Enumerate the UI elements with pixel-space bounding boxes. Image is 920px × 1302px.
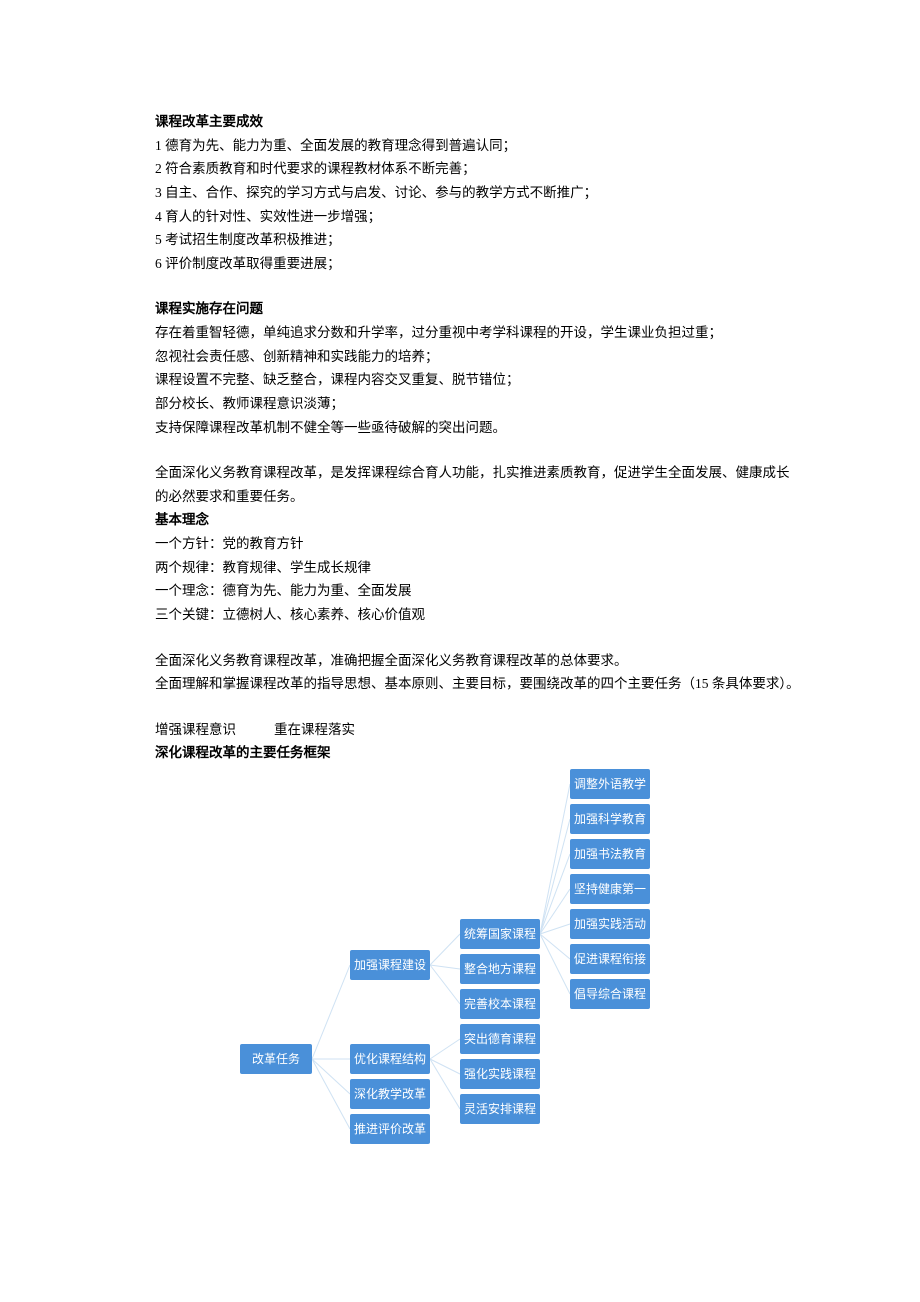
diagram-node-l3: 统筹国家课程	[460, 919, 540, 949]
diagram-node-l4: 坚持健康第一	[570, 874, 650, 904]
diagram-node-l3: 灵活安排课程	[460, 1094, 540, 1124]
diagram-connectors	[240, 769, 880, 1189]
section-2-item: 课程设置不完整、缺乏整合，课程内容交叉重复、脱节错位；	[155, 368, 800, 392]
diagram-node-l3: 突出德育课程	[460, 1024, 540, 1054]
line-pair: 增强课程意识 重在课程落实	[155, 718, 800, 742]
section-1-item: 6 评价制度改革取得重要进展；	[155, 252, 800, 276]
task-framework-diagram: 改革任务 加强课程建设 优化课程结构 深化教学改革 推进评价改革 统筹国家课程 …	[240, 769, 880, 1189]
section-2-item: 部分校长、教师课程意识淡薄；	[155, 392, 800, 416]
section-3-item: 两个规律：教育规律、学生成长规律	[155, 556, 800, 580]
section-1-item: 4 育人的针对性、实效性进一步增强；	[155, 205, 800, 229]
line-pair-right: 重在课程落实	[274, 722, 355, 737]
diagram-node-l2: 加强课程建设	[350, 950, 430, 980]
paragraph: 全面理解和掌握课程改革的指导思想、基本原则、主要目标，要围绕改革的四个主要任务（…	[155, 672, 800, 696]
section-2-item: 支持保障课程改革机制不健全等一些亟待破解的突出问题。	[155, 416, 800, 440]
section-2-item: 忽视社会责任感、创新精神和实践能力的培养；	[155, 345, 800, 369]
diagram-node-root: 改革任务	[240, 1044, 312, 1074]
document-page: 课程改革主要成效 1 德育为先、能力为重、全面发展的教育理念得到普遍认同； 2 …	[0, 0, 920, 1249]
section-4-title: 深化课程改革的主要任务框架	[155, 741, 800, 765]
section-3-item: 一个方针：党的教育方针	[155, 532, 800, 556]
section-2-item: 存在着重智轻德，单纯追求分数和升学率，过分重视中考学科课程的开设，学生课业负担过…	[155, 321, 800, 345]
diagram-node-l4: 促进课程衔接	[570, 944, 650, 974]
diagram-node-l4: 倡导综合课程	[570, 979, 650, 1009]
line-pair-left: 增强课程意识	[155, 722, 236, 737]
section-1-item: 3 自主、合作、探究的学习方式与启发、讨论、参与的教学方式不断推广；	[155, 181, 800, 205]
paragraph: 全面深化义务教育课程改革，准确把握全面深化义务教育课程改革的总体要求。	[155, 649, 800, 673]
diagram-node-l4: 加强科学教育	[570, 804, 650, 834]
diagram-node-l4: 调整外语教学	[570, 769, 650, 799]
paragraph: 全面深化义务教育课程改革，是发挥课程综合育人功能，扎实推进素质教育，促进学生全面…	[155, 461, 800, 508]
diagram-node-l2: 深化教学改革	[350, 1079, 430, 1109]
diagram-node-l4: 加强书法教育	[570, 839, 650, 869]
diagram-node-l3: 整合地方课程	[460, 954, 540, 984]
section-3-title: 基本理念	[155, 508, 800, 532]
section-1-title: 课程改革主要成效	[155, 110, 800, 134]
diagram-node-l2: 推进评价改革	[350, 1114, 430, 1144]
section-1-item: 5 考试招生制度改革积极推进；	[155, 228, 800, 252]
section-1-item: 2 符合素质教育和时代要求的课程教材体系不断完善；	[155, 157, 800, 181]
diagram-node-l3: 强化实践课程	[460, 1059, 540, 1089]
section-3-item: 三个关键：立德树人、核心素养、核心价值观	[155, 603, 800, 627]
section-1-item: 1 德育为先、能力为重、全面发展的教育理念得到普遍认同；	[155, 134, 800, 158]
section-2-title: 课程实施存在问题	[155, 297, 800, 321]
diagram-node-l4: 加强实践活动	[570, 909, 650, 939]
diagram-node-l2: 优化课程结构	[350, 1044, 430, 1074]
section-3-item: 一个理念：德育为先、能力为重、全面发展	[155, 579, 800, 603]
diagram-node-l3: 完善校本课程	[460, 989, 540, 1019]
